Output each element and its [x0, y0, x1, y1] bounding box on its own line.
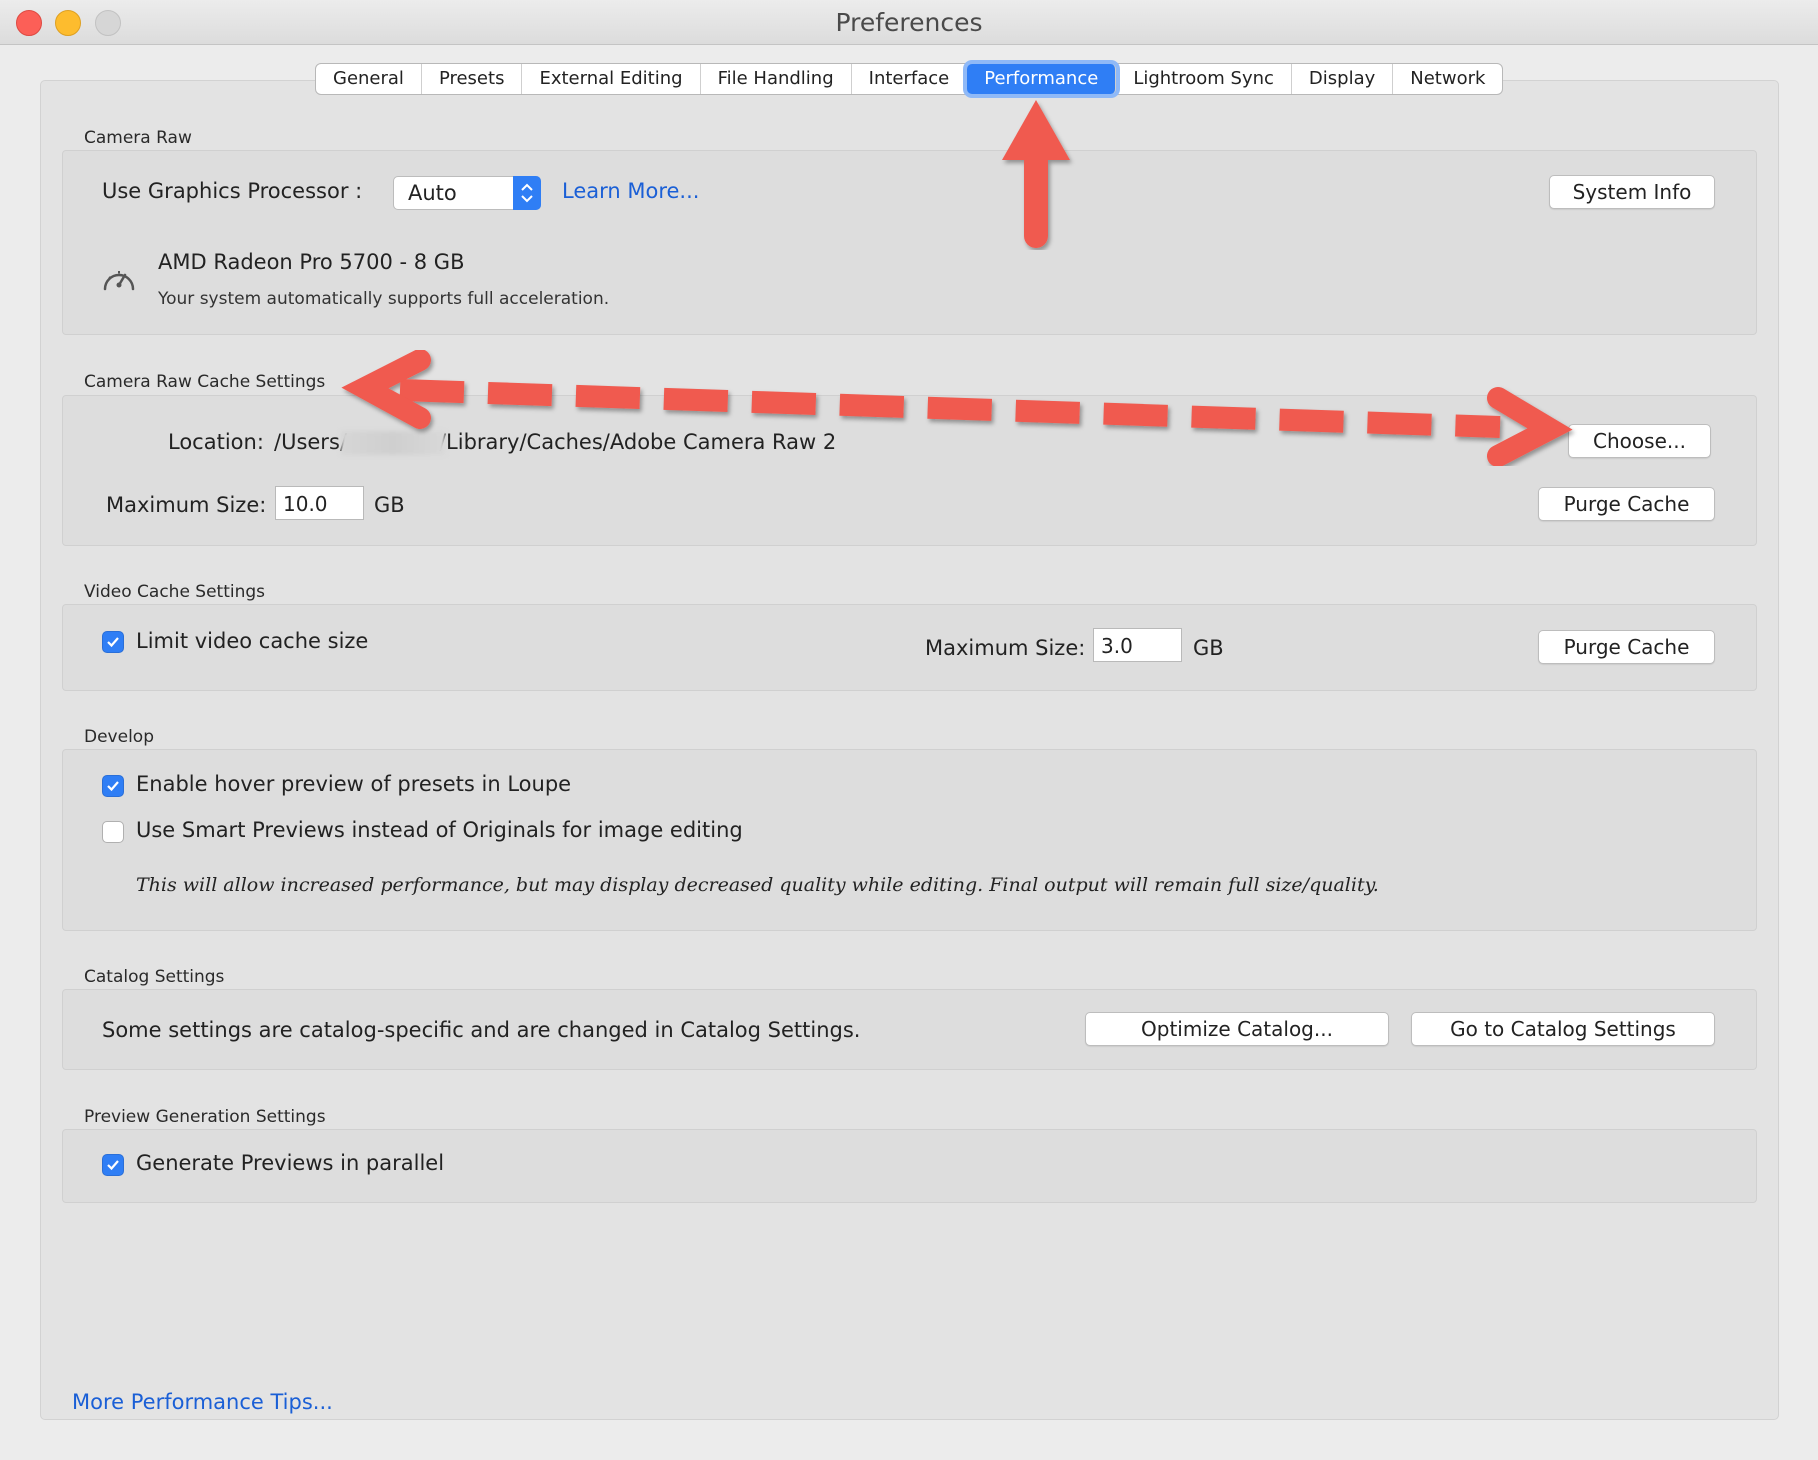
optimize-catalog-button[interactable]: Optimize Catalog... — [1085, 1012, 1389, 1046]
choose-location-button[interactable]: Choose... — [1568, 424, 1711, 458]
gpu-select[interactable]: Auto — [393, 176, 541, 210]
select-stepper-icon — [513, 176, 541, 210]
hover-preview-label: Enable hover preview of presets in Loupe — [136, 772, 572, 796]
parallel-previews-label: Generate Previews in parallel — [136, 1151, 445, 1175]
tab-lightroom-sync[interactable]: Lightroom Sync — [1116, 64, 1292, 94]
limit-video-cache-checkbox[interactable] — [102, 631, 124, 653]
purge-raw-cache-button[interactable]: Purge Cache — [1538, 487, 1715, 521]
gauge-icon — [101, 263, 137, 299]
learn-more-link[interactable]: Learn More... — [562, 179, 699, 203]
checkmark-icon — [107, 637, 119, 648]
title-bar: Preferences — [0, 0, 1818, 45]
tab-interface[interactable]: Interface — [852, 64, 968, 94]
location-label: Location: — [168, 430, 264, 454]
parallel-previews-checkbox[interactable] — [102, 1154, 124, 1176]
redacted-username — [340, 431, 445, 455]
cache-unit-label: GB — [374, 493, 405, 517]
catalog-info-text: Some settings are catalog-specific and a… — [102, 1018, 861, 1042]
tab-general[interactable]: General — [316, 64, 422, 94]
develop-box: Enable hover preview of presets in Loupe… — [62, 749, 1757, 931]
checkmark-icon — [107, 781, 119, 792]
video-max-size-label: Maximum Size: — [925, 636, 1086, 660]
purge-video-cache-button[interactable]: Purge Cache — [1538, 630, 1715, 664]
gpu-label: Use Graphics Processor : — [102, 179, 363, 203]
cache-max-size-label: Maximum Size: — [106, 493, 267, 517]
catalog-section-title: Catalog Settings — [84, 967, 225, 987]
video-box: Limit video cache size Maximum Size: 3.0… — [62, 604, 1757, 691]
location-path-suffix: /Library/Caches/Adobe Camera Raw 2 — [438, 430, 837, 454]
smart-previews-checkbox[interactable] — [102, 821, 124, 843]
preview-section-title: Preview Generation Settings — [84, 1107, 326, 1127]
gpu-select-value: Auto — [408, 181, 457, 205]
preferences-tabbar: General Presets External Editing File Ha… — [315, 63, 1504, 95]
tab-external-editing[interactable]: External Editing — [522, 64, 701, 94]
limit-video-cache-label: Limit video cache size — [136, 629, 369, 653]
camera-raw-section-title: Camera Raw — [84, 128, 192, 148]
video-section-title: Video Cache Settings — [84, 582, 266, 602]
location-path: /Users/ /Library/Caches/Adobe Camera Raw … — [274, 430, 836, 455]
tab-network[interactable]: Network — [1393, 64, 1502, 94]
checkmark-icon — [107, 1160, 119, 1171]
location-path-prefix: /Users/ — [274, 430, 347, 454]
develop-section-title: Develop — [84, 727, 154, 747]
tab-presets[interactable]: Presets — [422, 64, 523, 94]
tab-display[interactable]: Display — [1292, 64, 1394, 94]
cache-max-size-input[interactable]: 10.0 — [275, 486, 364, 520]
cache-box: Location: /Users/ /Library/Caches/Adobe C… — [62, 395, 1757, 546]
tab-file-handling[interactable]: File Handling — [701, 64, 852, 94]
cache-section-title: Camera Raw Cache Settings — [84, 372, 326, 392]
video-unit-label: GB — [1193, 636, 1224, 660]
smart-previews-label: Use Smart Previews instead of Originals … — [136, 818, 743, 842]
system-info-button[interactable]: System Info — [1549, 175, 1715, 209]
smart-previews-note: This will allow increased performance, b… — [136, 874, 1379, 896]
go-to-catalog-settings-button[interactable]: Go to Catalog Settings — [1411, 1012, 1715, 1046]
tab-performance[interactable]: Performance — [967, 64, 1117, 94]
more-performance-tips-link[interactable]: More Performance Tips... — [72, 1390, 333, 1414]
camera-raw-box: Use Graphics Processor : Auto Learn More… — [62, 150, 1757, 335]
gpu-status: Your system automatically supports full … — [158, 289, 610, 309]
catalog-box: Some settings are catalog-specific and a… — [62, 989, 1757, 1070]
window-title: Preferences — [835, 8, 983, 37]
hover-preview-checkbox[interactable] — [102, 775, 124, 797]
preview-box: Generate Previews in parallel — [62, 1129, 1757, 1203]
gpu-name: AMD Radeon Pro 5700 - 8 GB — [158, 250, 465, 274]
video-max-size-input[interactable]: 3.0 — [1093, 628, 1182, 662]
